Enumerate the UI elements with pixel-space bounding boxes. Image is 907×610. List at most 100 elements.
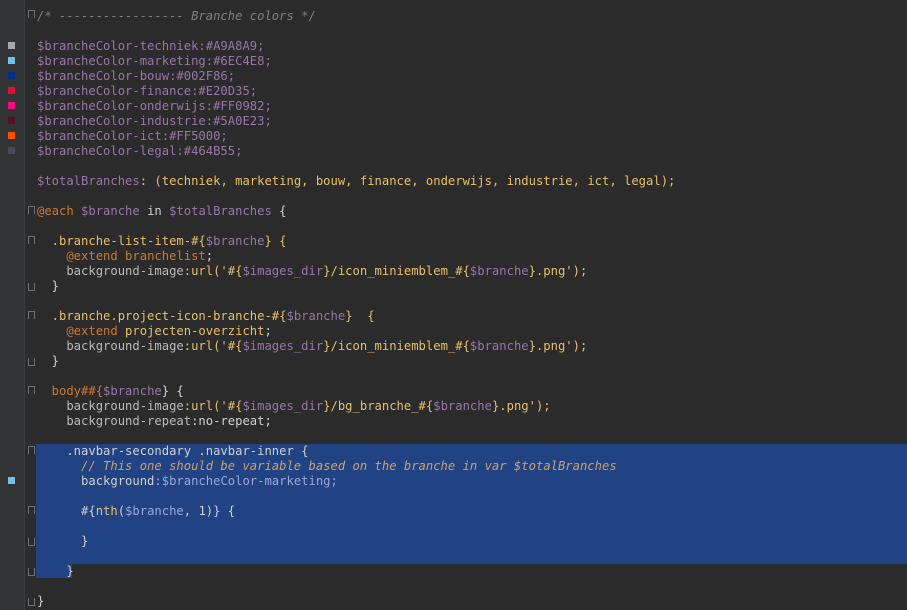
value: }/icon_miniemblem_#{ bbox=[323, 339, 470, 353]
fold-marker-icon[interactable] bbox=[28, 10, 35, 18]
property: background-image bbox=[37, 264, 184, 278]
keyword: @extend bbox=[37, 249, 118, 263]
code-line[interactable]: @extend projecten-overzicht; bbox=[37, 324, 907, 339]
color-swatch-techniek[interactable] bbox=[8, 42, 15, 49]
code-line[interactable]: @each $branche in $totalBranches { bbox=[37, 204, 907, 219]
variable-name: $branche bbox=[433, 399, 492, 413]
value: }/bg_branche_#{ bbox=[323, 399, 434, 413]
comment: // This one should be variable based on … bbox=[37, 459, 617, 473]
code-line[interactable] bbox=[37, 189, 907, 204]
variable-name: $totalBranches bbox=[169, 204, 272, 218]
value: }/icon_miniemblem_#{ bbox=[323, 264, 470, 278]
code-line[interactable] bbox=[37, 429, 907, 444]
code-editor[interactable]: /* ----------------- Branche colors */ $… bbox=[37, 9, 907, 609]
value: :$brancheColor-marketing; bbox=[154, 474, 338, 488]
brace: } bbox=[37, 279, 60, 293]
variable-name: $branche bbox=[103, 384, 162, 398]
fold-marker-icon[interactable] bbox=[28, 206, 35, 214]
code-line[interactable] bbox=[37, 369, 907, 384]
brace: } bbox=[37, 354, 60, 368]
value: }.png'); bbox=[528, 264, 588, 278]
code-line[interactable] bbox=[37, 159, 907, 174]
code-line[interactable]: background-image:url('#{$images_dir}/ico… bbox=[37, 339, 907, 354]
fold-end-marker-icon[interactable] bbox=[28, 358, 35, 366]
color-swatch-marketing-usage[interactable] bbox=[8, 477, 15, 484]
fold-end-marker-icon[interactable] bbox=[28, 568, 35, 576]
gutter-divider bbox=[24, 0, 25, 610]
variable-name: $images_dir bbox=[242, 399, 324, 413]
code-line[interactable]: background-image:url('#{$images_dir}/ico… bbox=[37, 264, 907, 279]
code-line[interactable] bbox=[37, 219, 907, 234]
code-line[interactable]: } bbox=[37, 564, 907, 579]
code-line[interactable]: // This one should be variable based on … bbox=[37, 459, 907, 474]
property: background-repeat bbox=[37, 414, 192, 428]
code-line[interactable]: $brancheColor-onderwijs:#FF0982; bbox=[37, 99, 907, 114]
code-line[interactable] bbox=[37, 549, 907, 564]
code-line[interactable]: $totalBranches: (techniek, marketing, bo… bbox=[37, 174, 907, 189]
code-line[interactable]: #{nth($branche, 1)} { bbox=[37, 504, 907, 519]
code-line[interactable]: } bbox=[37, 594, 907, 609]
code-line[interactable]: background-image:url('#{$images_dir}/bg_… bbox=[37, 399, 907, 414]
code-line[interactable]: $brancheColor-bouw:#002F86; bbox=[37, 69, 907, 84]
fold-marker-icon[interactable] bbox=[28, 311, 35, 319]
punctuation: , 1)} { bbox=[183, 504, 236, 518]
punctuation: ( bbox=[117, 504, 126, 518]
code-line[interactable]: background:$brancheColor-marketing; bbox=[37, 474, 907, 489]
variable-declaration: $brancheColor-techniek:#A9A8A9; bbox=[37, 39, 265, 53]
punctuation: ; bbox=[264, 324, 272, 338]
code-line[interactable] bbox=[37, 489, 907, 504]
variable-declaration: $brancheColor-legal:#464B55; bbox=[37, 144, 243, 158]
fold-end-marker-icon[interactable] bbox=[28, 538, 35, 546]
variable-name: $branche bbox=[73, 204, 140, 218]
color-swatch-legal[interactable] bbox=[8, 147, 15, 154]
color-swatch-finance[interactable] bbox=[8, 87, 15, 94]
fold-marker-icon[interactable] bbox=[28, 236, 35, 244]
variable-declaration: $brancheColor-onderwijs:#FF0982; bbox=[37, 99, 272, 113]
property: background-image bbox=[37, 399, 184, 413]
code-line[interactable]: } bbox=[37, 534, 907, 549]
fold-end-marker-icon[interactable] bbox=[28, 283, 35, 291]
code-line[interactable] bbox=[37, 24, 907, 39]
variable-declaration: $brancheColor-industrie:#5A0E23; bbox=[37, 114, 272, 128]
variable-name: $branche bbox=[469, 339, 529, 353]
code-line[interactable]: .navbar-secondary .navbar-inner { bbox=[37, 444, 907, 459]
color-swatch-industrie[interactable] bbox=[8, 117, 15, 124]
variable-name: $images_dir bbox=[242, 339, 324, 353]
extend-target: branchelist bbox=[117, 249, 206, 263]
code-line[interactable]: } bbox=[37, 354, 907, 369]
code-line[interactable]: .branche.project-icon-branche-#{$branche… bbox=[37, 309, 907, 324]
value: :url('#{ bbox=[183, 339, 243, 353]
code-line[interactable] bbox=[37, 519, 907, 534]
selector: } { bbox=[345, 309, 375, 323]
property: background-image bbox=[37, 339, 184, 353]
code-line[interactable]: .branche-list-item-#{$branche} { bbox=[37, 234, 907, 249]
variable-declaration: $brancheColor-bouw:#002F86; bbox=[37, 69, 236, 83]
fold-end-marker-icon[interactable] bbox=[28, 598, 35, 606]
code-line[interactable]: $brancheColor-ict:#FF5000; bbox=[37, 129, 907, 144]
code-line[interactable]: background-repeat:no-repeat; bbox=[37, 414, 907, 429]
fold-marker-icon[interactable] bbox=[28, 386, 35, 394]
code-line[interactable] bbox=[37, 294, 907, 309]
code-line[interactable] bbox=[37, 579, 907, 594]
fold-marker-icon[interactable] bbox=[28, 446, 35, 454]
code-line[interactable]: $brancheColor-industrie:#5A0E23; bbox=[37, 114, 907, 129]
color-swatch-bouw[interactable] bbox=[8, 72, 15, 79]
code-line[interactable]: /* ----------------- Branche colors */ bbox=[37, 9, 907, 24]
code-line[interactable]: $brancheColor-techniek:#A9A8A9; bbox=[37, 39, 907, 54]
color-swatch-marketing[interactable] bbox=[8, 57, 15, 64]
code-line[interactable]: $brancheColor-legal:#464B55; bbox=[37, 144, 907, 159]
punctuation: ; bbox=[205, 249, 214, 263]
code-line[interactable]: } bbox=[37, 279, 907, 294]
extend-target: projecten-overzicht bbox=[117, 324, 265, 338]
code-line[interactable]: $brancheColor-marketing:#6EC4E8; bbox=[37, 54, 907, 69]
color-swatch-onderwijs[interactable] bbox=[8, 102, 15, 109]
code-line[interactable]: @extend branchelist; bbox=[37, 249, 907, 264]
value: :url('#{ bbox=[183, 264, 243, 278]
interpolation: #{ bbox=[37, 504, 96, 518]
variable-name: $branche bbox=[205, 234, 265, 248]
color-swatch-ict[interactable] bbox=[8, 132, 15, 139]
comment: /* ----------------- Branche colors */ bbox=[37, 9, 316, 23]
fold-marker-icon[interactable] bbox=[28, 506, 35, 514]
code-line[interactable]: body##{$branche} { bbox=[37, 384, 907, 399]
code-line[interactable]: $brancheColor-finance:#E20D35; bbox=[37, 84, 907, 99]
